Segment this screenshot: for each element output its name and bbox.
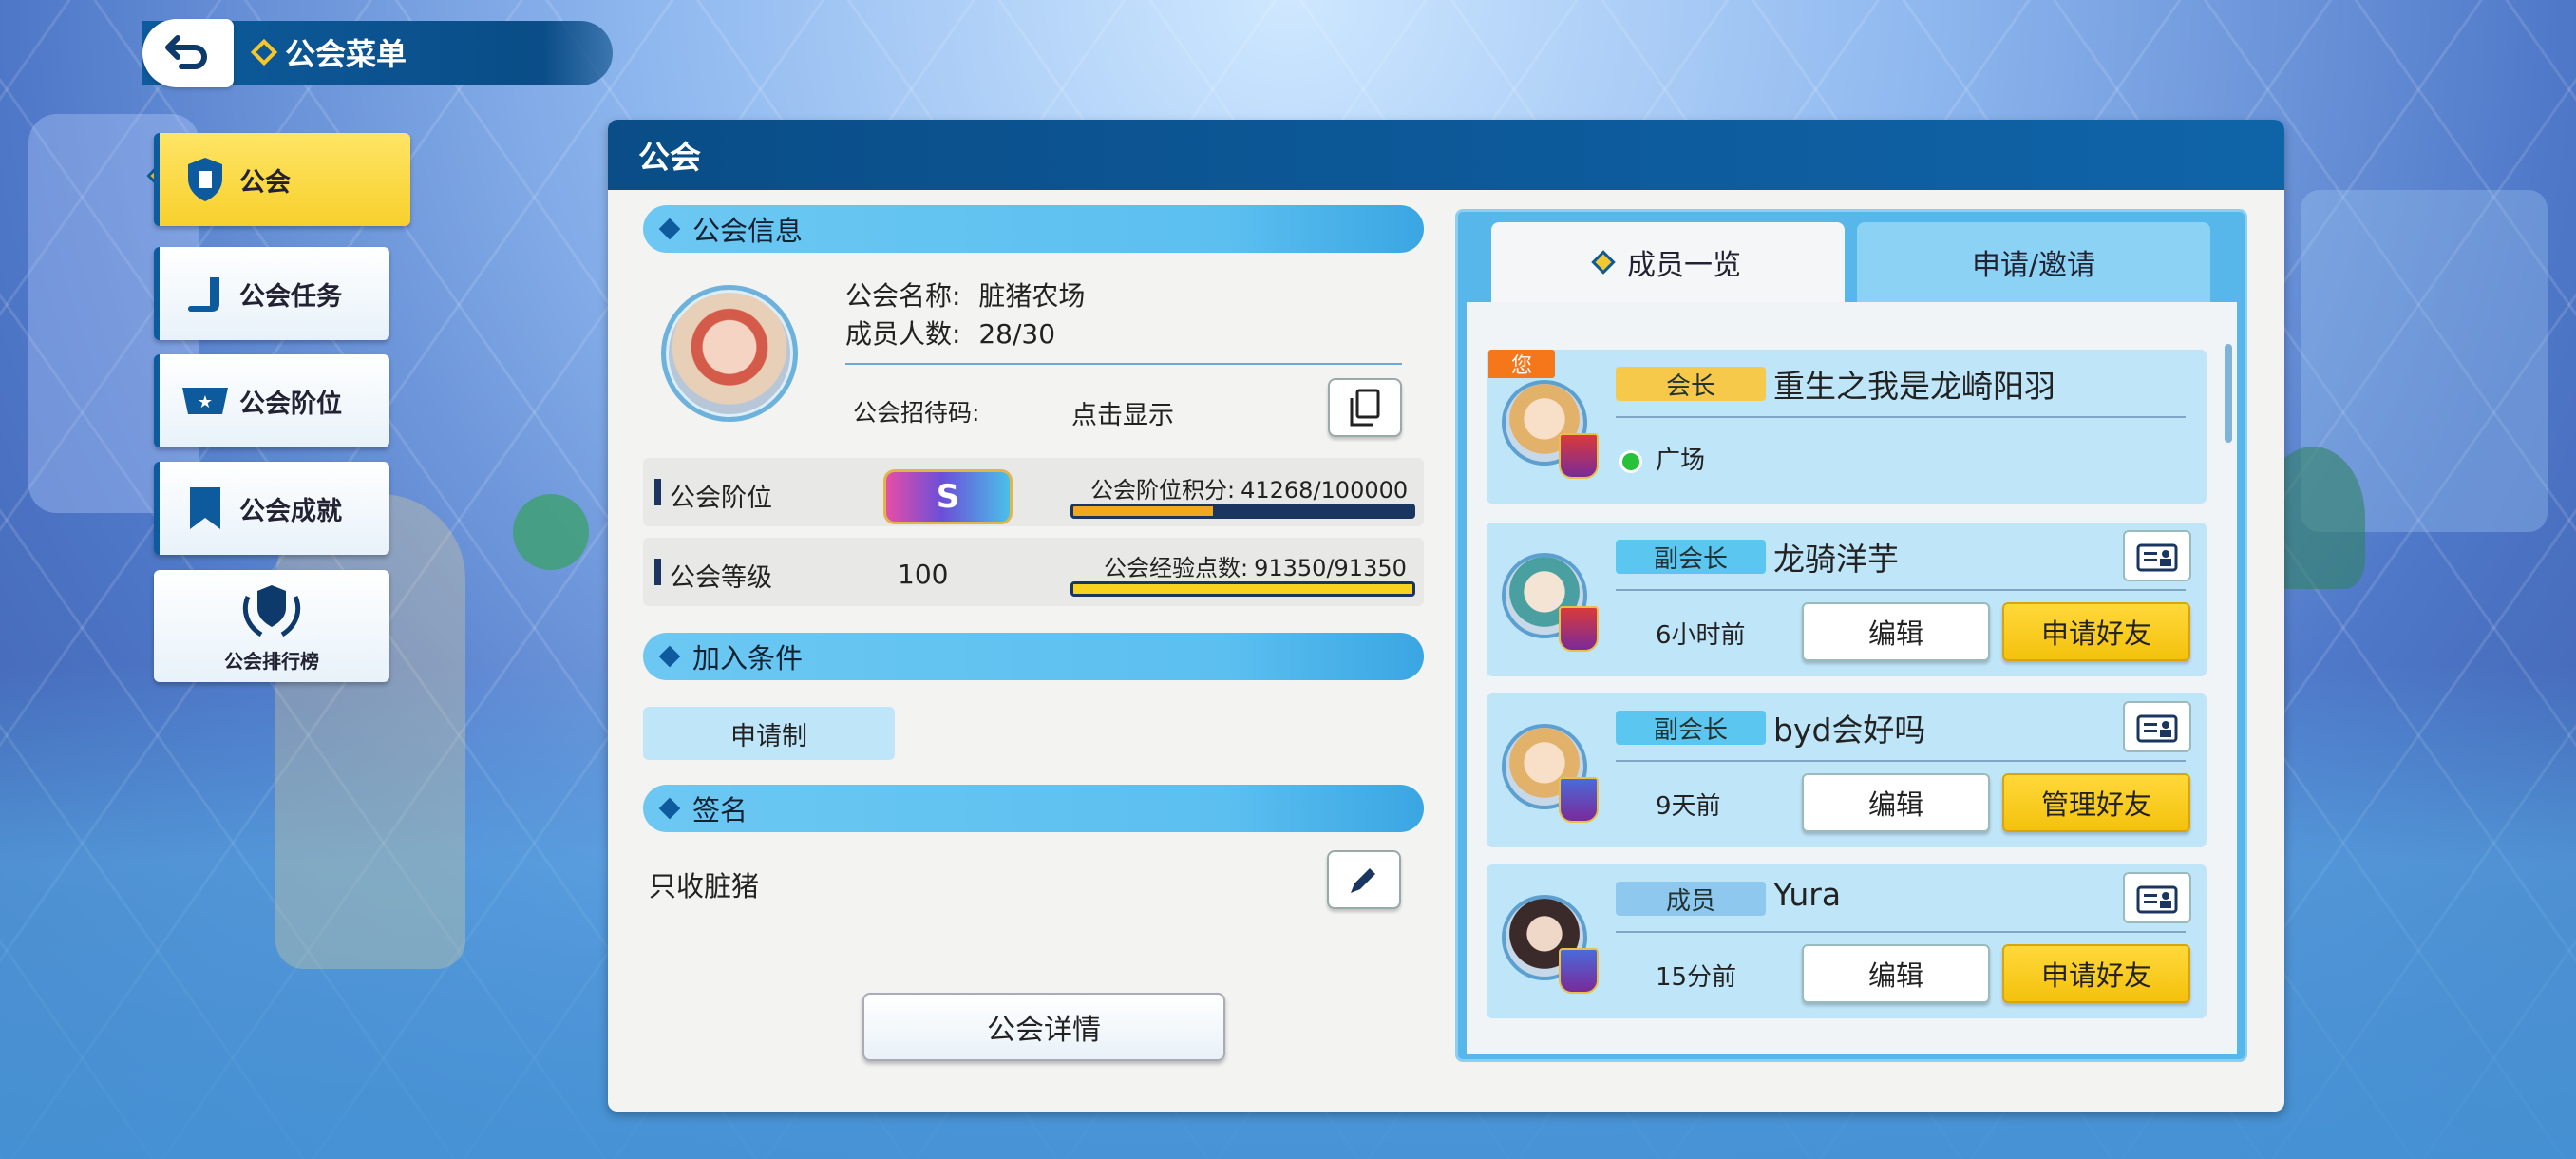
id-card-icon xyxy=(2136,714,2178,743)
guild-name-row: 公会名称: 脏猪农场 xyxy=(845,280,1086,312)
member-location: 广场 xyxy=(1656,446,1706,475)
tab-applications-invites[interactable]: 申请/邀请 xyxy=(1857,222,2210,302)
pencil-icon xyxy=(1351,868,1375,893)
panel-title: 公会 xyxy=(608,120,2284,190)
join-conditions-section-header: 加入条件 xyxy=(643,633,1424,680)
member-role-badge: 副会长 xyxy=(1616,711,1766,745)
friend-request-button[interactable]: 申请好友 xyxy=(2002,944,2190,1003)
back-arrow-icon xyxy=(165,35,207,69)
member-name: 重生之我是龙崎阳羽 xyxy=(1773,368,2055,405)
member-card: 副会长 byd会好吗 9天前 编辑 管理好友 xyxy=(1487,694,2207,847)
edit-signature-button[interactable] xyxy=(1327,850,1401,909)
member-last-online: 9天前 xyxy=(1656,792,1721,821)
sidebar-item-guild[interactable]: 公会 xyxy=(154,133,410,226)
svg-text:★: ★ xyxy=(198,392,213,412)
member-rank-badge xyxy=(1559,777,1599,823)
member-role-badge: 会长 xyxy=(1616,367,1766,401)
profile-card-button[interactable] xyxy=(2123,701,2191,752)
rank-emblem-icon: ★ xyxy=(180,376,230,426)
copy-button[interactable] xyxy=(1328,378,1402,437)
row-marker xyxy=(654,479,661,505)
banner-icon xyxy=(180,484,230,533)
background-tree xyxy=(513,494,589,570)
back-button[interactable] xyxy=(142,19,234,87)
diamond-icon xyxy=(658,218,681,240)
member-role-badge: 副会长 xyxy=(1616,540,1766,574)
sidebar-item-guild-rank[interactable]: ★ 公会阶位 xyxy=(154,354,389,447)
self-tag: 您 xyxy=(1488,350,1555,378)
invite-code-label: 公会招待码: xyxy=(853,399,980,427)
members-scrollbar[interactable] xyxy=(2225,344,2232,443)
rank-points-row: 公会阶位积分: 41268/100000 xyxy=(1090,477,1409,504)
member-rank-badge xyxy=(1559,433,1599,479)
member-name: byd会好吗 xyxy=(1773,712,1926,749)
scroll-icon xyxy=(180,269,230,318)
guild-info-section-header: 公会信息 xyxy=(643,205,1424,253)
member-last-online: 6小时前 xyxy=(1656,621,1746,650)
id-card-icon xyxy=(2136,543,2178,572)
member-count-row: 成员人数: 28/30 xyxy=(845,318,1056,350)
profile-card-button[interactable] xyxy=(2123,872,2191,923)
sidebar-item-guild-leaderboard[interactable]: 公会排行榜 xyxy=(154,570,389,682)
edit-member-button[interactable]: 编辑 xyxy=(1802,773,1990,832)
guild-avatar xyxy=(661,285,798,422)
divider xyxy=(1616,589,2186,591)
rank-label: 公会阶位 xyxy=(670,484,772,513)
join-condition-chip: 申请制 xyxy=(643,707,895,760)
invite-code-reveal[interactable]: 点击显示 xyxy=(1071,394,1174,431)
member-name: Yura xyxy=(1773,876,1842,913)
rank-points-progress-bar xyxy=(1070,504,1415,519)
edit-member-button[interactable]: 编辑 xyxy=(1802,602,1990,661)
profile-card-button[interactable] xyxy=(2123,530,2191,581)
laurel-shield-icon xyxy=(229,580,314,646)
exp-progress-bar xyxy=(1070,581,1415,597)
menu-title: 公会菜单 xyxy=(250,30,407,74)
member-role-badge: 成员 xyxy=(1616,882,1766,916)
diamond-icon xyxy=(250,38,278,66)
member-card: 成员 Yura 15分前 编辑 申请好友 xyxy=(1487,864,2207,1018)
member-name: 龙骑洋芋 xyxy=(1773,541,1899,578)
player-character xyxy=(275,494,465,969)
member-rank-badge xyxy=(1559,948,1599,994)
member-rank-badge xyxy=(1559,606,1599,652)
member-last-online: 15分前 xyxy=(1656,963,1737,992)
divider xyxy=(1616,416,2186,418)
divider xyxy=(1616,760,2186,762)
level-label: 公会等级 xyxy=(670,563,772,593)
id-card-icon xyxy=(2136,885,2178,914)
divider xyxy=(1616,931,2186,933)
member-card-self: 会长 重生之我是龙崎阳羽 广场 xyxy=(1487,350,2207,504)
guild-detail-button[interactable]: 公会详情 xyxy=(862,993,1225,1061)
exp-row: 公会经验点数: 91350/91350 xyxy=(1104,555,1407,581)
edit-member-button[interactable]: 编辑 xyxy=(1802,944,1990,1003)
tab-member-list[interactable]: 成员一览 xyxy=(1491,222,1845,302)
member-card: 副会长 龙骑洋芋 6小时前 编辑 申请好友 xyxy=(1487,522,2207,676)
friend-request-button[interactable]: 申请好友 xyxy=(2002,602,2190,661)
diamond-icon xyxy=(1591,250,1616,275)
exp-progress-fill xyxy=(1073,584,1412,594)
level-value: 100 xyxy=(898,559,949,590)
diamond-icon xyxy=(658,645,681,668)
diamond-icon xyxy=(658,797,681,820)
signature-section-header: 签名 xyxy=(643,785,1424,832)
divider xyxy=(845,363,1402,365)
row-marker xyxy=(654,559,661,585)
guild-shield-icon xyxy=(180,155,230,204)
manage-friend-button[interactable]: 管理好友 xyxy=(2002,773,2190,832)
rank-points-progress-fill xyxy=(1073,506,1214,516)
copy-icon xyxy=(1350,389,1380,427)
sidebar-item-guild-achievements[interactable]: 公会成就 xyxy=(154,462,389,555)
sidebar-item-guild-tasks[interactable]: 公会任务 xyxy=(154,247,389,340)
rank-badge: S xyxy=(883,469,1013,524)
signature-text: 只收脏猪 xyxy=(649,870,760,902)
online-status-icon xyxy=(1619,450,1642,473)
